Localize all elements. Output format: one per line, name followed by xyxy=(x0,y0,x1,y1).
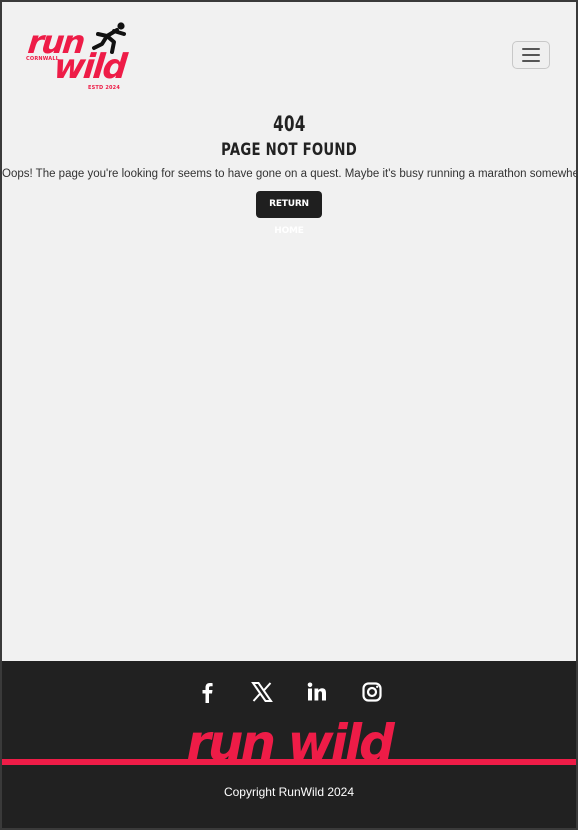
instagram-icon[interactable] xyxy=(361,681,383,703)
page-title: Page Not Found xyxy=(221,140,357,160)
logo-location: CORNWALL xyxy=(26,56,60,62)
error-code: 404 xyxy=(272,112,306,136)
facebook-icon[interactable] xyxy=(196,681,218,703)
runner-icon xyxy=(92,22,126,54)
footer-brand: run wild xyxy=(2,719,576,769)
hamburger-icon xyxy=(522,48,540,50)
footer-brand-text: run wild xyxy=(186,719,395,763)
logo-link[interactable]: run wild CORNWALL ESTD 2024 xyxy=(26,20,130,92)
error-message: Oops! The page you're looking for seems … xyxy=(2,168,578,180)
linkedin-icon[interactable] xyxy=(306,681,328,703)
logo-established: ESTD 2024 xyxy=(88,85,121,91)
copyright-text: Copyright RunWild 2024 xyxy=(223,785,355,799)
navbar: run wild CORNWALL ESTD 2024 xyxy=(2,2,576,102)
footer: run wild Copyright RunWild 2024 xyxy=(2,661,576,828)
x-icon[interactable] xyxy=(250,681,273,703)
social-links xyxy=(2,681,576,703)
menu-toggle-button[interactable] xyxy=(512,41,550,69)
main-content: 404 Page Not Found Oops! The page you're… xyxy=(2,102,576,238)
return-home-button[interactable]: Return Home xyxy=(256,191,322,236)
page: run wild CORNWALL ESTD 2024 404 Page Not… xyxy=(0,0,578,830)
